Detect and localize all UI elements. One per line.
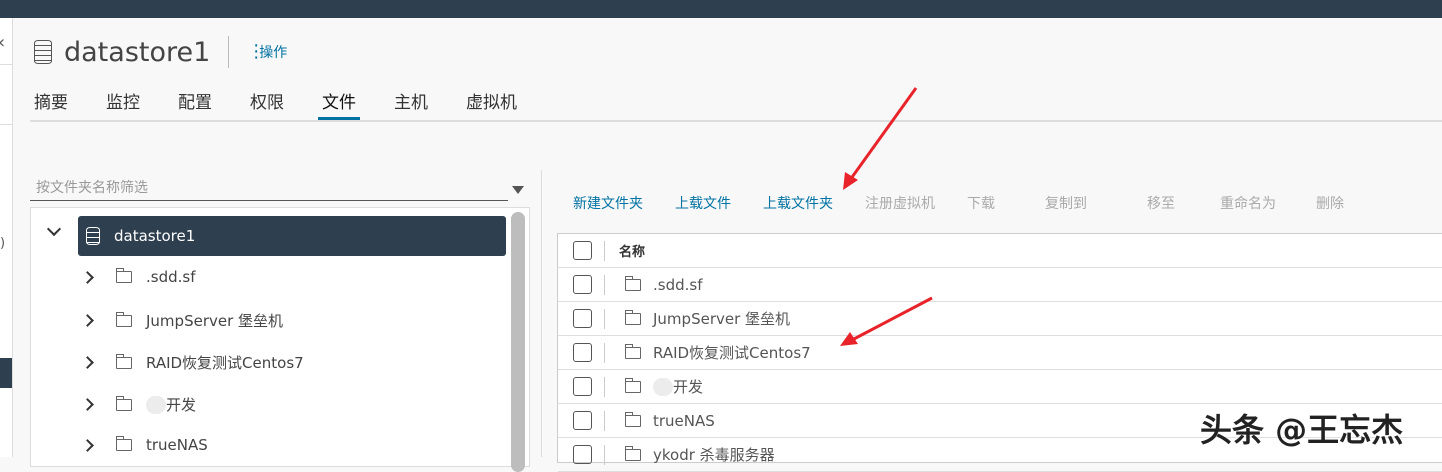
arrow-upload-folder <box>848 87 918 181</box>
arrow-raid-folder <box>851 296 933 342</box>
annotation-arrows <box>840 87 933 346</box>
arrowhead <box>843 172 858 190</box>
watermark: 头条 @王忘杰 <box>1200 411 1404 449</box>
